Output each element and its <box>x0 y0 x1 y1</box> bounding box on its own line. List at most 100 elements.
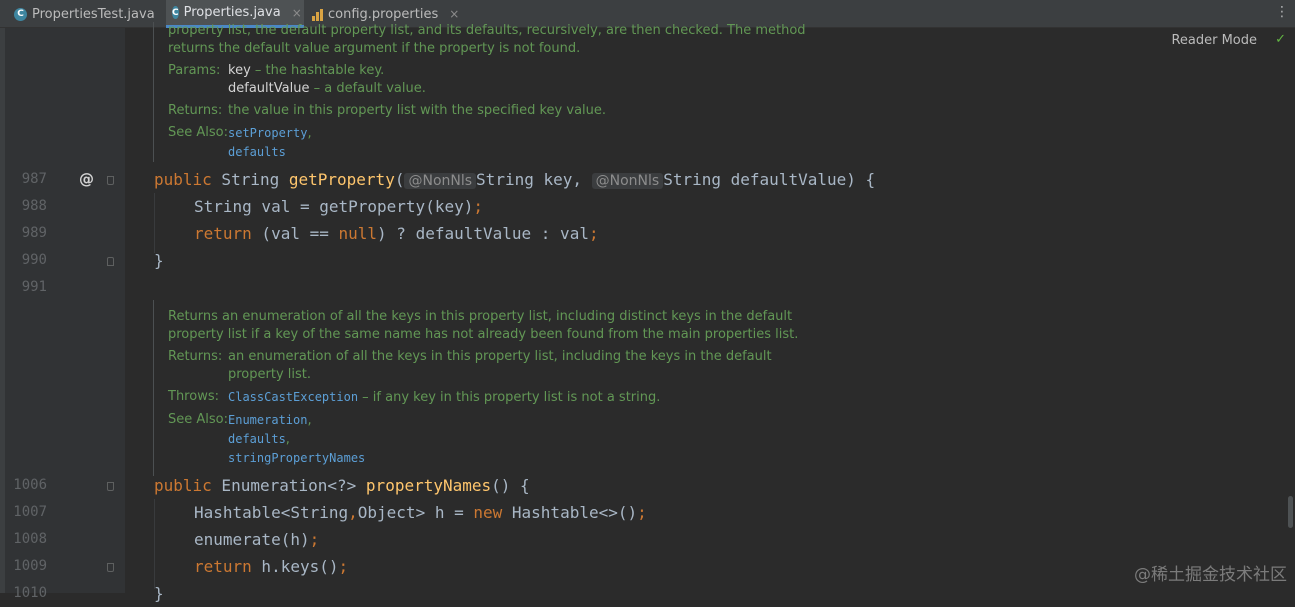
param-desc: – the hashtable key. <box>250 63 385 78</box>
doc-text: Returns an enumeration of all the keys i… <box>168 309 793 324</box>
doc-link[interactable]: Enumeration <box>228 413 307 427</box>
doc-text: property list if a key of the same name … <box>168 327 799 342</box>
semicolon: ; <box>588 224 599 243</box>
param-name: defaultValue <box>228 81 310 96</box>
keyword: public <box>154 476 212 495</box>
tab-properties-test[interactable]: C PropertiesTest.java <box>8 0 166 28</box>
code-text: } <box>154 584 164 603</box>
method-name: getProperty <box>288 170 395 189</box>
line-number: 990 <box>21 252 47 268</box>
class-icon: C <box>14 7 27 21</box>
code-text: () { <box>491 476 530 495</box>
code-text: h.keys() <box>251 557 339 576</box>
code-text: Object> h = <box>357 503 474 522</box>
code-line: enumerate(h); <box>194 526 319 553</box>
line-number: 988 <box>21 198 47 214</box>
code-text: Enumeration<?> <box>211 476 366 495</box>
separator: , <box>307 413 312 428</box>
code-line: public Enumeration<?> propertyNames() { <box>154 472 530 499</box>
method-name: propertyNames <box>365 476 492 495</box>
line-number-gutter: 987 988 989 990 991 1006 1007 1008 1009 … <box>5 28 125 601</box>
line-number: 1010 <box>13 585 47 601</box>
code-text: ) ? defaultValue : val <box>377 224 589 243</box>
doc-returns: an enumeration of all the keys in this p… <box>228 349 772 364</box>
code-line: String val = getProperty(key); <box>194 193 483 220</box>
close-icon[interactable]: × <box>292 6 302 20</box>
more-options-icon[interactable]: ⋮ <box>1275 4 1289 20</box>
code-text: } <box>154 251 164 270</box>
doc-label: See Also: <box>168 412 228 427</box>
reader-mode-toggle[interactable]: Reader Mode <box>1171 33 1257 48</box>
annotation-hint: @NonNls <box>591 173 664 189</box>
keyword: public <box>154 170 212 189</box>
doc-returns: the value in this property list with the… <box>228 103 607 118</box>
fold-icon[interactable] <box>107 176 114 185</box>
tab-label: config.properties <box>328 6 439 22</box>
param-name: key <box>228 63 251 78</box>
comma: , <box>348 503 358 522</box>
doc-label: Throws: <box>168 389 219 404</box>
doc-text: property list, the default property list… <box>168 23 806 38</box>
line-number: 989 <box>21 225 47 241</box>
code-text: Hashtable<>() <box>502 503 638 522</box>
semicolon: ; <box>338 557 349 576</box>
code-line: } <box>154 580 164 607</box>
doc-returns: property list. <box>228 367 312 382</box>
doc-link[interactable]: defaults <box>228 145 286 159</box>
line-number: 1007 <box>13 504 47 520</box>
semicolon: ; <box>637 503 647 522</box>
indent-guide <box>154 499 155 589</box>
doc-link[interactable]: setProperty <box>228 126 307 140</box>
doc-text: returns the default value argument if th… <box>168 41 581 56</box>
doc-label: Returns: <box>168 349 223 364</box>
doc-link[interactable]: ClassCastException <box>228 390 358 404</box>
line-number: 987 <box>21 171 47 187</box>
watermark: @稀土掘金技术社区 <box>1134 565 1287 585</box>
keyword: null <box>338 224 378 243</box>
properties-file-icon <box>312 8 323 21</box>
line-number: 991 <box>21 279 47 295</box>
line-number: 1008 <box>13 531 47 547</box>
code-text: String val = getProperty(key) <box>194 197 474 216</box>
doc-link[interactable]: defaults <box>228 432 286 446</box>
indent-guide <box>154 193 155 253</box>
code-text: String key, <box>476 170 592 189</box>
separator: , <box>285 432 290 447</box>
code-text: (val == <box>251 224 339 243</box>
line-number: 1006 <box>13 477 47 493</box>
code-line: return (val == null) ? defaultValue : va… <box>194 220 599 247</box>
fold-icon[interactable] <box>107 482 114 491</box>
doc-label: See Also: <box>168 125 228 140</box>
code-line: } <box>154 247 164 274</box>
tab-label: PropertiesTest.java <box>32 6 155 22</box>
code-text: String <box>211 170 289 189</box>
override-marker-icon[interactable]: @ <box>79 170 94 188</box>
doc-label: Returns: <box>168 103 223 118</box>
code-editor[interactable]: 987 988 989 990 991 1006 1007 1008 1009 … <box>0 22 1295 603</box>
fold-icon[interactable] <box>107 257 114 266</box>
doc-link[interactable]: stringPropertyNames <box>228 451 365 465</box>
code-text: enumerate(h) <box>194 530 310 549</box>
code-line: Hashtable<String,Object> h = new Hashtab… <box>194 499 647 526</box>
code-text: Hashtable<String <box>194 503 349 522</box>
keyword: new <box>473 503 503 522</box>
semicolon: ; <box>473 197 483 216</box>
tab-label: Properties.java <box>183 5 281 20</box>
close-icon[interactable]: × <box>449 7 459 21</box>
class-icon: C <box>172 6 179 19</box>
separator: , <box>307 126 312 141</box>
code-line: public String getProperty(@NonNls String … <box>154 166 875 193</box>
code-text: String defaultValue) { <box>663 170 876 189</box>
rendered-javadoc: Returns an enumeration of all the keys i… <box>153 300 798 476</box>
doc-throws-desc: – if any key in this property list is no… <box>358 390 661 405</box>
fold-icon[interactable] <box>107 563 114 572</box>
code-line: return h.keys(); <box>194 553 348 580</box>
doc-label: Params: <box>168 63 221 78</box>
vertical-scrollbar[interactable] <box>1288 496 1293 528</box>
param-desc: – a default value. <box>309 81 426 96</box>
check-icon[interactable]: ✓ <box>1275 32 1286 47</box>
annotation-hint: @NonNls <box>404 173 477 189</box>
rendered-javadoc: property list, the default property list… <box>153 22 806 162</box>
semicolon: ; <box>309 530 320 549</box>
keyword: return <box>194 557 252 576</box>
